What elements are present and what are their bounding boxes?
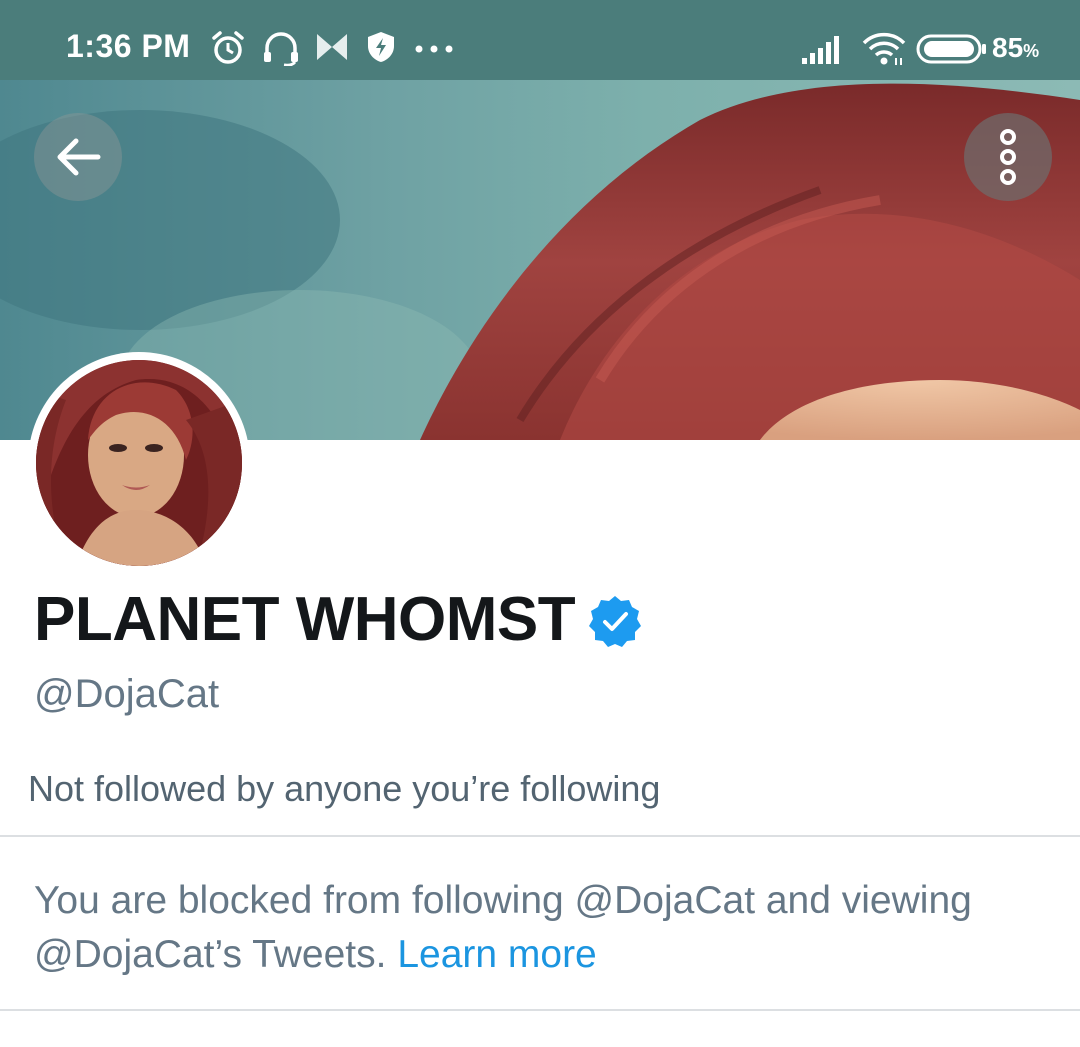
battery-icon (916, 34, 986, 64)
followers-you-know-note[interactable]: Not followed by anyone you’re following (28, 768, 660, 810)
wifi-icon (862, 32, 906, 65)
more-notifications-icon (415, 45, 453, 53)
profile-handle: @DojaCat (34, 672, 220, 716)
display-name: PLANET WHOMST (34, 585, 576, 654)
divider (0, 1009, 1080, 1011)
signal-icon (802, 36, 839, 64)
status-bar: 1:36 PM 85% (0, 0, 1080, 80)
headset-icon (264, 32, 298, 66)
avatar-image (36, 360, 242, 566)
status-time: 1:36 PM (66, 28, 191, 64)
arrow-left-icon (57, 138, 101, 176)
back-button[interactable] (34, 113, 122, 201)
app-notification-icon (317, 34, 347, 60)
battery-percent: 85% (992, 32, 1040, 63)
divider (0, 835, 1080, 837)
more-options-button[interactable] (964, 113, 1052, 201)
learn-more-link[interactable]: Learn more (397, 933, 596, 976)
avatar[interactable] (28, 352, 250, 574)
blocked-notice: You are blocked from following @DojaCat … (34, 874, 1044, 982)
shield-bolt-icon (368, 32, 394, 62)
verified-badge-icon (589, 596, 641, 647)
alarm-icon (212, 31, 244, 64)
more-vertical-icon (1000, 129, 1016, 185)
